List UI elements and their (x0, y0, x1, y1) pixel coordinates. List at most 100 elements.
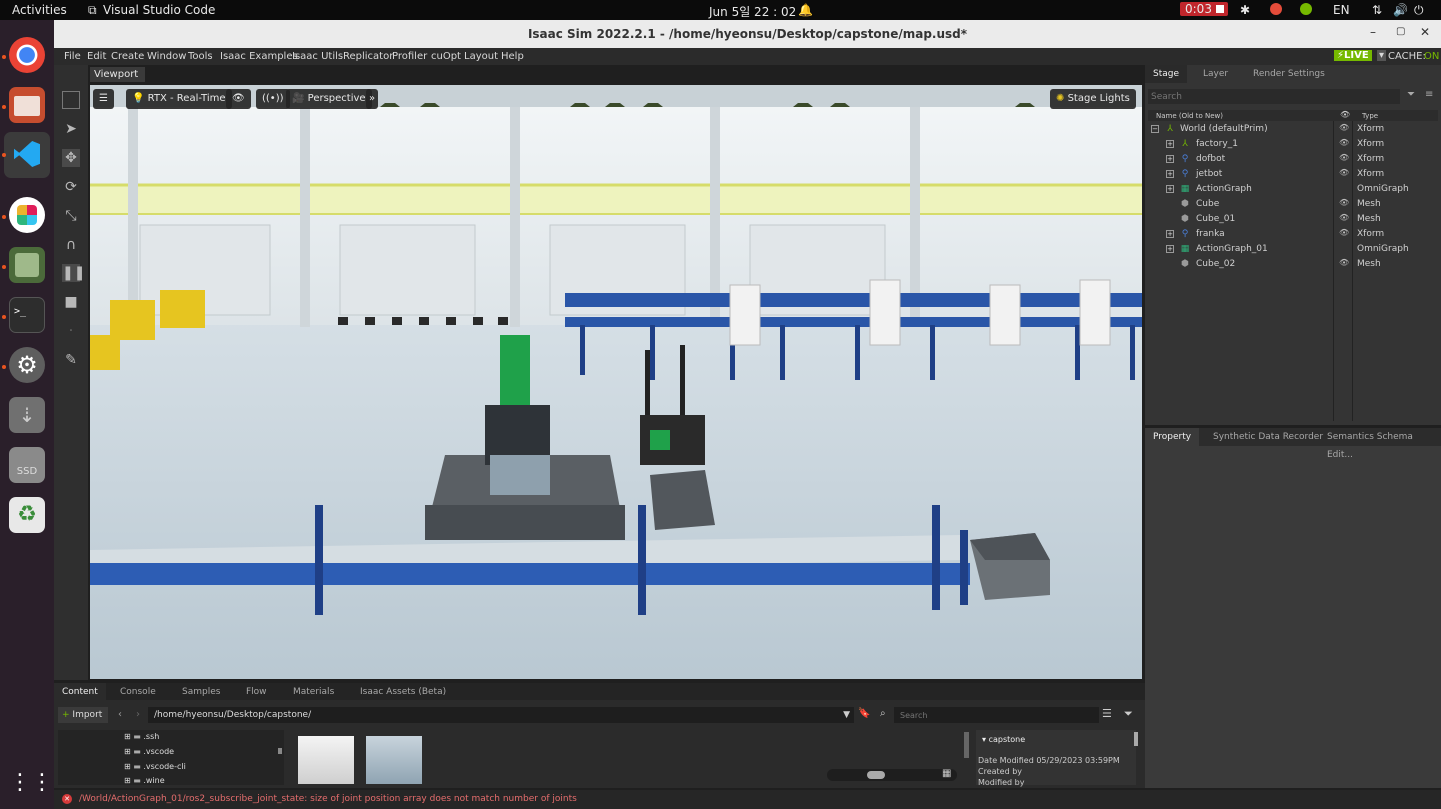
tab-isaac-assets[interactable]: Isaac Assets (Beta) (352, 683, 454, 701)
path-field[interactable]: /home/hyeonsu/Desktop/capstone/ ▼ (148, 707, 854, 723)
show-apps-icon[interactable]: ⋮⋮ (9, 765, 53, 801)
expand-icon[interactable]: + (1166, 140, 1174, 148)
forward-icon[interactable]: › (136, 709, 140, 720)
tree-row-cube[interactable]: ⬢ Cube 👁 Mesh (1145, 197, 1441, 212)
isaac-sim-icon[interactable] (9, 247, 45, 283)
settings-icon[interactable]: ⚙ (9, 347, 45, 383)
clock[interactable]: Jun 5일 22 : 02 (709, 3, 796, 20)
visibility-eye-icon[interactable]: 👁 (1339, 198, 1349, 208)
visibility-eye-icon[interactable]: 👁 (1339, 228, 1349, 238)
viewport-settings-button[interactable]: ☰ (93, 89, 114, 109)
menu-create[interactable]: Create (111, 51, 144, 62)
content-search-input[interactable] (894, 707, 1099, 723)
menu-profiler[interactable]: Profiler (392, 51, 427, 62)
tab-stage[interactable]: Stage (1145, 65, 1188, 83)
live-button[interactable]: ⚡LIVE (1334, 50, 1372, 61)
col-name-header[interactable]: Name (Old to New) (1156, 112, 1223, 120)
tree-row-franka[interactable]: + ⚲ franka 👁 Xform (1145, 227, 1441, 242)
col-type-header[interactable]: Type (1362, 112, 1378, 120)
expand-icon[interactable]: ⊞ (124, 776, 131, 785)
menu-file[interactable]: File (64, 51, 81, 62)
maximize-icon[interactable]: ▢ (1396, 26, 1405, 37)
nvidia-tray-icon[interactable] (1300, 3, 1312, 15)
thumbnail-size-slider[interactable] (827, 769, 957, 781)
folder-item[interactable]: ⊞ ▬ .ssh (124, 732, 159, 741)
menu-window[interactable]: Window (147, 51, 186, 62)
chrome-tray-icon[interactable] (1270, 3, 1282, 15)
menu-cuopt[interactable]: cuOpt (431, 51, 461, 62)
tab-console[interactable]: Console (112, 683, 164, 701)
camera-button[interactable]: 🎥 Perspective (286, 89, 372, 109)
slider-handle[interactable] (867, 771, 885, 779)
stage-lights-button[interactable]: ✺ Stage Lights (1050, 89, 1136, 109)
folder-item[interactable]: ⊞ ▬ .vscode-cli (124, 762, 186, 771)
menu-isaac-examples[interactable]: Isaac Examples (220, 51, 298, 62)
menu-layout[interactable]: Layout (464, 51, 498, 62)
activities-button[interactable]: Activities (12, 3, 67, 17)
tree-row-cube-01[interactable]: ⬢ Cube_01 👁 Mesh (1145, 212, 1441, 227)
chrome-icon[interactable] (9, 37, 45, 73)
vscode-icon[interactable] (4, 132, 50, 178)
paint-icon[interactable]: ✎ (62, 351, 80, 369)
screen-record-indicator[interactable]: 0:03 (1180, 2, 1228, 16)
menu-edit[interactable]: Edit (87, 51, 106, 62)
tree-row-jetbot[interactable]: + ⚲ jetbot 👁 Xform (1145, 167, 1441, 182)
path-dropdown-icon[interactable]: ▼ (843, 707, 850, 723)
folder-item[interactable]: ⊞ ▬ .vscode (124, 747, 174, 756)
scrollbar[interactable] (278, 748, 282, 754)
bookmark-icon[interactable]: 🔖 (858, 708, 870, 719)
live-dropdown[interactable]: ▾ (1377, 50, 1387, 61)
expand-icon[interactable]: ⊞ (124, 732, 131, 741)
scrollbar[interactable] (1134, 732, 1138, 746)
slack-icon[interactable] (9, 197, 45, 233)
network-icon[interactable]: ⇅ (1372, 3, 1382, 17)
expand-icon[interactable]: + (1166, 185, 1174, 193)
tab-property[interactable]: Property (1145, 428, 1200, 446)
stop-sim-icon[interactable]: ■ (62, 293, 80, 311)
tab-layer[interactable]: Layer (1195, 65, 1236, 83)
stop-icon[interactable] (1215, 5, 1224, 13)
folder-item[interactable]: ⊞ ▬ .wine (124, 776, 165, 785)
visibility-eye-icon[interactable]: 👁 (1339, 153, 1349, 163)
expand-icon[interactable]: + (1166, 170, 1174, 178)
filter-icon[interactable]: ⏷ (1407, 89, 1415, 100)
files-icon[interactable] (9, 87, 45, 123)
audio-button[interactable]: ((•)) (256, 89, 290, 109)
expand-icon[interactable]: + (1166, 230, 1174, 238)
filter-icon[interactable]: ⏷ (1124, 707, 1133, 721)
menu-icon[interactable]: ≡ (1425, 89, 1433, 100)
eye-header-icon[interactable]: 👁 (1340, 110, 1350, 119)
tab-samples[interactable]: Samples (174, 683, 228, 701)
visibility-eye-icon[interactable]: 👁 (1339, 138, 1349, 148)
pause-icon[interactable]: ❚❚ (62, 264, 85, 282)
visibility-eye-icon[interactable]: 👁 (1339, 168, 1349, 178)
visibility-eye-icon[interactable]: 👁 (1339, 213, 1349, 223)
stage-search-input[interactable] (1148, 89, 1400, 104)
tree-row-actiongraph-01[interactable]: + ▦ ActionGraph_01 OmniGraph (1145, 242, 1441, 257)
expand-toolbar-button[interactable]: » (366, 89, 379, 109)
minimize-icon[interactable]: – (1370, 25, 1376, 39)
tab-content[interactable]: Content (54, 683, 106, 701)
grid-view-icon[interactable]: ▦ (942, 768, 951, 779)
menu-help[interactable]: Help (501, 51, 524, 62)
expand-icon[interactable]: ⊞ (124, 747, 131, 756)
rotate-icon[interactable]: ⟳ (62, 178, 80, 196)
expand-icon[interactable]: + (1166, 245, 1174, 253)
expand-icon[interactable]: + (1166, 155, 1174, 163)
usb-drive-icon[interactable]: ⇣ (9, 397, 45, 433)
menu-replicator[interactable]: Replicator (343, 51, 393, 62)
slack-tray-icon[interactable]: ✱ (1240, 3, 1250, 17)
tree-row-actiongraph[interactable]: + ▦ ActionGraph OmniGraph (1145, 182, 1441, 197)
tab-synthetic-data-recorder[interactable]: Synthetic Data Recorder (1205, 428, 1331, 446)
scale-icon[interactable]: ⤡ (62, 207, 80, 225)
close-icon[interactable]: ✕ (1420, 25, 1430, 39)
snap-icon[interactable]: ∩ (62, 236, 80, 254)
visibility-eye-icon[interactable]: 👁 (1339, 258, 1349, 268)
trash-icon[interactable]: ♻ (9, 497, 45, 533)
visibility-eye-icon[interactable]: 👁 (1339, 123, 1349, 133)
tree-row-dofbot[interactable]: + ⚲ dofbot 👁 Xform (1145, 152, 1441, 167)
select-icon[interactable]: ➤ (62, 120, 80, 138)
import-button[interactable]: + Import (58, 707, 108, 723)
tab-render-settings[interactable]: Render Settings (1245, 65, 1333, 83)
back-icon[interactable]: ‹ (118, 709, 122, 720)
